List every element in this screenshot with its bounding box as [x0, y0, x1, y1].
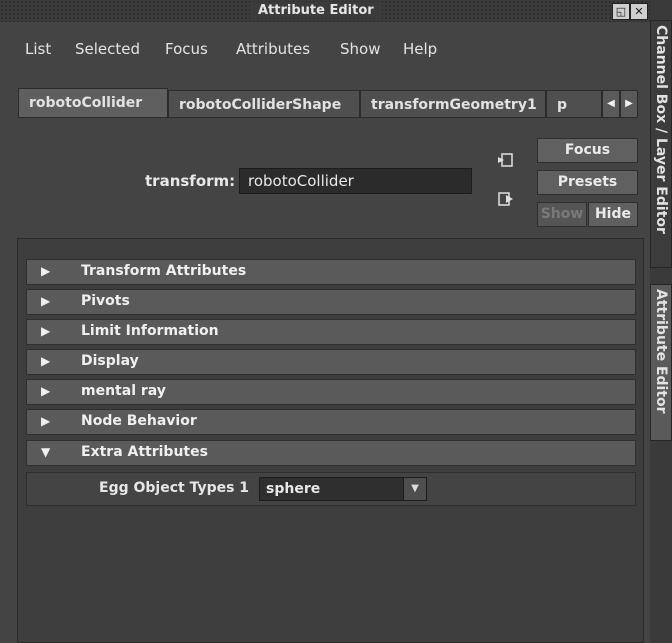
attribute-panel: ▶ Transform Attributes ▶ Pivots ▶ Limit …	[17, 238, 644, 643]
dropdown-arrow-icon[interactable]: ▼	[403, 478, 426, 500]
expanded-arrow-icon[interactable]: ▼	[41, 445, 50, 459]
window-title: Attribute Editor	[250, 2, 382, 20]
section-label: mental ray	[81, 383, 166, 399]
channel-box-tab-label: Channel Box / Layer Editor	[653, 25, 669, 234]
tab-robotoCollider[interactable]: robotoCollider	[18, 88, 168, 118]
tab-transformGeometry1[interactable]: transformGeometry1	[360, 90, 546, 118]
section-label: Limit Information	[81, 323, 219, 339]
egg-object-types-select[interactable]: sphere ▼	[259, 477, 427, 501]
section-mental-ray[interactable]: ▶ mental ray	[26, 379, 636, 405]
collapsed-arrow-icon[interactable]: ▶	[41, 384, 50, 398]
collapsed-arrow-icon[interactable]: ▶	[41, 264, 50, 278]
section-extra-attributes[interactable]: ▼ Extra Attributes	[26, 440, 636, 466]
collapsed-arrow-icon[interactable]: ▶	[41, 354, 50, 368]
egg-object-types-label: Egg Object Types 1	[99, 480, 250, 496]
title-bar[interactable]: Attribute Editor ◱ ✕	[0, 0, 650, 22]
menu-list[interactable]: List	[25, 40, 51, 58]
section-display[interactable]: ▶ Display	[26, 349, 636, 375]
section-label: Transform Attributes	[81, 263, 247, 279]
egg-object-types-value: sphere	[266, 481, 321, 497]
tab-overflow[interactable]: p	[546, 90, 602, 118]
float-window-icon[interactable]: ◱	[612, 3, 630, 20]
attribute-editor-window: Attribute Editor ◱ ✕ List Selected Focus…	[0, 0, 650, 643]
tab-robotoColliderShape[interactable]: robotoColliderShape	[168, 90, 360, 118]
node-tabs: robotoCollider robotoColliderShape trans…	[18, 88, 638, 120]
focus-button[interactable]: Focus	[537, 138, 638, 163]
section-label: Pivots	[81, 293, 130, 309]
tab-attribute-editor[interactable]: Attribute Editor	[650, 284, 672, 441]
section-node-behavior[interactable]: ▶ Node Behavior	[26, 409, 636, 435]
menu-selected[interactable]: Selected	[75, 40, 140, 58]
menu-attributes[interactable]: Attributes	[236, 40, 310, 58]
presets-button[interactable]: Presets	[537, 170, 638, 195]
menu-help[interactable]: Help	[403, 40, 437, 58]
collapsed-arrow-icon[interactable]: ▶	[41, 294, 50, 308]
section-label: Node Behavior	[81, 413, 197, 429]
section-limit-information[interactable]: ▶ Limit Information	[26, 319, 636, 345]
section-label: Extra Attributes	[81, 444, 208, 460]
close-icon[interactable]: ✕	[630, 3, 648, 20]
menu-focus[interactable]: Focus	[165, 40, 208, 58]
collapsed-arrow-icon[interactable]: ▶	[41, 414, 50, 428]
section-pivots[interactable]: ▶ Pivots	[26, 289, 636, 315]
hide-button[interactable]: Hide	[588, 202, 638, 227]
attribute-editor-tab-label: Attribute Editor	[653, 289, 669, 414]
tab-channel-box-layer-editor[interactable]: Channel Box / Layer Editor	[650, 20, 672, 268]
extra-attribute-row: Egg Object Types 1 sphere ▼	[26, 472, 636, 506]
collapsed-arrow-icon[interactable]: ▶	[41, 324, 50, 338]
tab-scroll-right-icon[interactable]: ▶	[620, 90, 638, 118]
section-transform-attributes[interactable]: ▶ Transform Attributes	[26, 259, 636, 285]
select-node-icon[interactable]	[497, 191, 515, 207]
copy-tab-icon[interactable]	[497, 152, 515, 168]
node-name-field[interactable]: robotoCollider	[239, 168, 472, 194]
show-button: Show	[537, 202, 587, 227]
menu-show[interactable]: Show	[340, 40, 380, 58]
node-type-label: transform:	[145, 172, 236, 190]
tab-scroll-left-icon[interactable]: ◀	[602, 90, 620, 118]
section-label: Display	[81, 353, 139, 369]
